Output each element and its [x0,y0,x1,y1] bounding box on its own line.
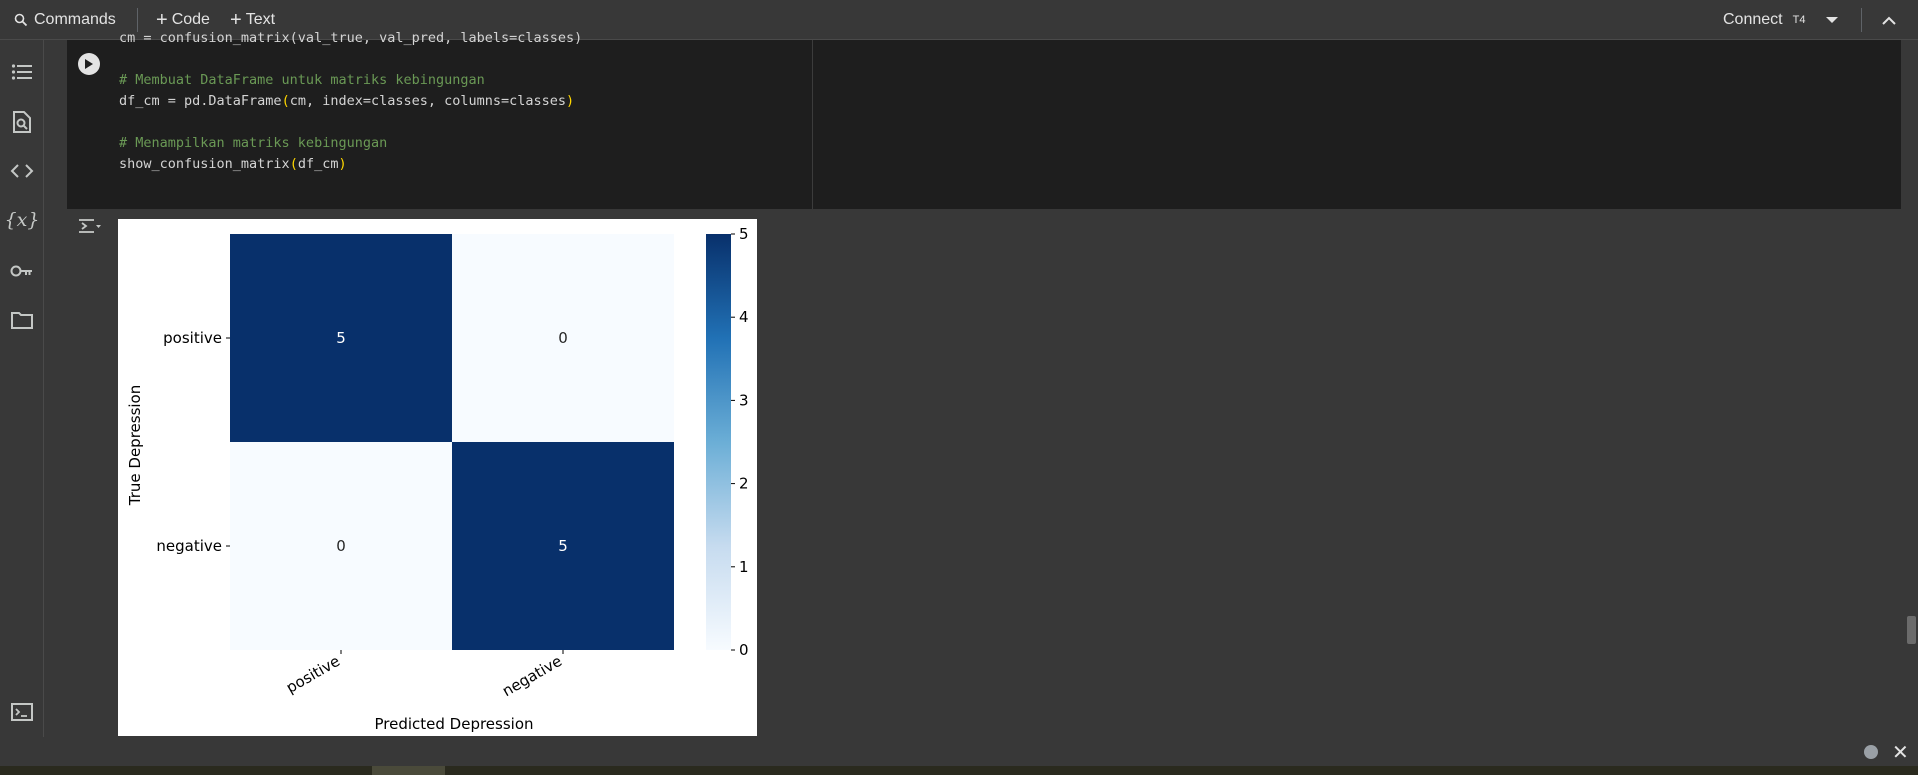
variables-icon[interactable]: {x} [5,207,40,233]
code-text: df_cm = pd.DataFrame [119,93,282,109]
code-text: show_confusion_matrix [119,156,290,172]
code-line: # Membuat DataFrame untuk matriks kebing… [119,70,485,90]
colorbar-tick-label: 1 [739,558,749,576]
cell-value-label: 0 [336,537,346,555]
colorbar [706,234,731,650]
colorbar-tick-label: 0 [739,641,749,659]
table-of-contents-icon[interactable] [9,59,35,85]
commands-button[interactable]: Commands [14,0,116,40]
files-folder-icon[interactable] [9,307,35,333]
toolbar-divider [1861,8,1862,32]
connect-button[interactable]: Connect T4 [1723,0,1805,40]
x-tick-label: negative [499,652,565,700]
chevron-up-icon [1882,16,1896,25]
code-editor[interactable]: cm = confusion_matrix(val_true, val_pred… [119,30,582,172]
find-replace-icon[interactable] [9,109,35,135]
add-code-label: Code [171,11,210,28]
code-line: cm = confusion_matrix(val_true, val_pred… [119,28,582,48]
commands-label: Commands [34,11,116,28]
taskbar-strip [0,766,1918,775]
code-paren: ( [289,156,298,172]
close-icon[interactable]: ✕ [1892,740,1909,765]
left-sidebar: {x} [0,40,44,737]
code-paren: ( [281,93,290,109]
cell-output: True Depression Predicted Depression 5 0 0… [118,219,757,736]
run-cell-button[interactable] [78,53,100,75]
status-indicator-icon [1864,745,1878,759]
cell-value-label: 5 [558,537,568,555]
code-clip [67,40,812,44]
code-text: cm, index=classes, columns=classes [289,93,567,109]
x-axis-label: Predicted Depression [374,715,533,733]
code-text: df_cm [297,156,339,172]
code-cell-divider [812,40,813,209]
cell-value-label: 5 [336,329,346,347]
connect-label: Connect [1723,11,1783,28]
scrollbar-thumb[interactable] [1907,616,1916,644]
collapse-header-button[interactable] [1882,0,1896,40]
cell-value-label: 0 [558,329,568,347]
code-line: # Menampilkan matriks kebingungan [119,133,387,153]
colorbar-tick-label: 3 [739,391,749,409]
confusion-matrix-chart: True Depression Predicted Depression 5 0 0… [126,225,749,733]
y-tick-label: negative [156,537,222,555]
caret-down-icon [1826,17,1838,23]
secrets-key-icon[interactable] [9,258,35,284]
code-comment: # Membuat DataFrame untuk matriks kebing… [119,72,485,88]
code-snippets-icon[interactable] [9,158,35,184]
taskbar-tab [372,766,445,775]
x-tick-label: positive [283,652,343,697]
code-cell[interactable] [67,40,1901,209]
colorbar-tick-label: 2 [739,475,749,493]
output-options-icon[interactable] [78,218,102,239]
code-line: show_confusion_matrix(df_cm) [119,154,347,174]
y-axis-label: True Depression [126,385,144,506]
code-line: df_cm = pd.DataFrame(cm, index=classes, … [119,91,574,111]
colorbar-tick-label: 5 [739,225,749,243]
terminal-icon[interactable] [9,699,35,725]
code-paren: ) [566,93,575,109]
search-icon [14,13,28,27]
connect-options-button[interactable] [1825,0,1839,40]
add-text-label: Text [245,11,276,28]
colorbar-tick-label: 4 [739,308,749,326]
code-comment: # Menampilkan matriks kebingungan [119,135,388,151]
play-icon [85,59,93,69]
y-tick-label: positive [163,329,222,347]
runtime-type-label: T4 [1792,14,1806,26]
code-paren: ) [338,156,347,172]
